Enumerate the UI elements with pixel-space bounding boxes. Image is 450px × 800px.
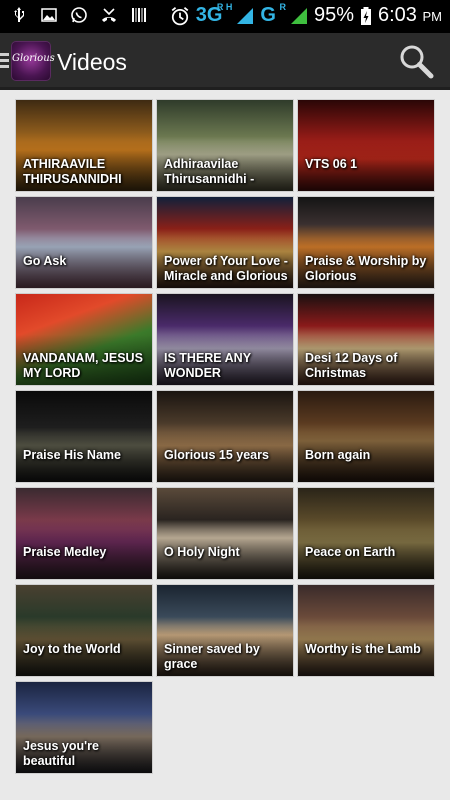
video-title: VANDANAM, JESUS MY LORD	[23, 351, 143, 380]
video-title: VTS 06 1	[305, 157, 358, 171]
drawer-menu-icon[interactable]	[0, 53, 9, 71]
video-thumbnail	[16, 488, 152, 579]
video-title: Jesus you're beautiful	[23, 739, 99, 768]
video-thumbnail	[157, 488, 293, 579]
clock: 6:03 PM	[378, 4, 442, 26]
video-tile[interactable]: Power of Your Love - Miracle and Gloriou…	[156, 196, 294, 289]
video-title: Power of Your Love - Miracle and Gloriou…	[164, 254, 288, 283]
video-title: Glorious 15 years	[164, 448, 269, 462]
video-tile[interactable]: Go Ask	[15, 196, 153, 289]
network-type-3g: 3G R H	[195, 2, 233, 26]
video-title: ATHIRAAVILE THIRUSANNIDHI	[23, 157, 122, 186]
status-bar: 3G R H GR 95% 6:03 PM	[0, 0, 450, 33]
video-title: Born again	[305, 448, 371, 462]
video-tile[interactable]: Desi 12 Days of Christmas	[297, 293, 435, 386]
video-tile[interactable]: Worthy is the Lamb	[297, 584, 435, 677]
video-tile[interactable]: Sinner saved by grace	[156, 584, 294, 677]
battery-percent: 95%	[313, 4, 354, 26]
video-tile[interactable]: Joy to the World	[15, 584, 153, 677]
video-thumbnail	[16, 197, 152, 288]
video-thumbnail	[298, 585, 434, 676]
video-tile[interactable]: VTS 06 1	[297, 99, 435, 192]
video-tile[interactable]: Praise His Name	[15, 390, 153, 483]
video-title: Peace on Earth	[305, 545, 396, 559]
alarm-icon	[171, 6, 189, 25]
video-title: Sinner saved by grace	[164, 642, 260, 671]
video-title: Praise & Worship by Glorious	[305, 254, 427, 283]
app-logo-text: Glorious	[12, 53, 55, 64]
video-tile[interactable]: Adhiraavilae Thirusannidhi -	[156, 99, 294, 192]
battery-charging-icon	[361, 6, 371, 25]
video-title: IS THERE ANY WONDER	[164, 351, 251, 380]
video-title: Worthy is the Lamb	[305, 642, 421, 656]
video-tile[interactable]: O Holy Night	[156, 487, 294, 580]
video-tile[interactable]: Praise & Worship by Glorious	[297, 196, 435, 289]
video-thumbnail	[298, 488, 434, 579]
video-thumbnail	[157, 391, 293, 482]
video-thumbnail	[16, 585, 152, 676]
video-title: O Holy Night	[164, 545, 240, 559]
search-icon[interactable]	[398, 43, 434, 79]
video-title: Joy to the World	[23, 642, 121, 656]
app-logo[interactable]: Glorious	[11, 41, 55, 81]
video-title: Desi 12 Days of Christmas	[305, 351, 398, 380]
video-thumbnail	[298, 100, 434, 191]
video-tile[interactable]: Glorious 15 years	[156, 390, 294, 483]
notification-icons	[10, 6, 148, 24]
missed-call-icon	[102, 8, 116, 22]
video-tile[interactable]: IS THERE ANY WONDER	[156, 293, 294, 386]
video-title: Praise Medley	[23, 545, 107, 559]
signal-bars-icon	[237, 7, 254, 24]
video-tile[interactable]: VANDANAM, JESUS MY LORD	[15, 293, 153, 386]
signal-bars-2-icon	[290, 7, 307, 24]
usb-icon	[14, 7, 24, 22]
image-icon	[41, 8, 57, 22]
video-title: Praise His Name	[23, 448, 121, 462]
video-thumbnail	[298, 391, 434, 482]
action-bar: Glorious Videos	[0, 33, 450, 90]
video-tile[interactable]: Peace on Earth	[297, 487, 435, 580]
video-tile[interactable]: Born again	[297, 390, 435, 483]
network-type-g: GR	[260, 2, 286, 26]
barcode-icon	[132, 8, 146, 22]
video-grid: ATHIRAAVILE THIRUSANNIDHI Adhiraavilae Th…	[15, 99, 435, 774]
video-title: Go Ask	[23, 254, 67, 268]
video-tile[interactable]: ATHIRAAVILE THIRUSANNIDHI	[15, 99, 153, 192]
system-icons: 3G R H GR 95% 6:03 PM	[170, 2, 442, 27]
video-title: Adhiraavilae Thirusannidhi -	[164, 157, 255, 186]
video-tile[interactable]: Jesus you're beautiful	[15, 681, 153, 774]
video-tile[interactable]: Praise Medley	[15, 487, 153, 580]
whatsapp-icon	[71, 7, 87, 23]
page-title: Videos	[57, 49, 127, 75]
video-thumbnail	[16, 391, 152, 482]
